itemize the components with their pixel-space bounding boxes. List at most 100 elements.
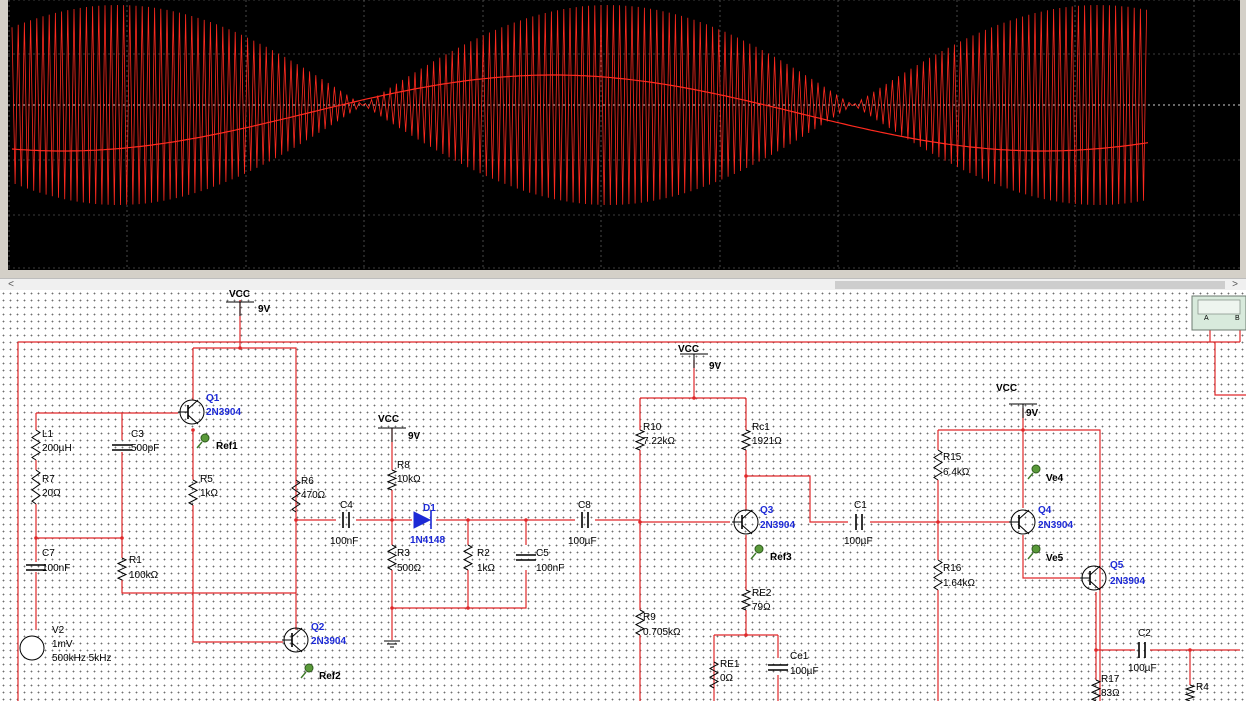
r9-value[interactable]: 0.705kΩ <box>643 627 681 638</box>
wire-junction[interactable] <box>390 518 394 522</box>
q5-transistor[interactable] <box>1089 565 1101 576</box>
q4-label[interactable]: Q4 <box>1038 505 1052 516</box>
r1-label[interactable]: R1 <box>129 555 142 566</box>
rc1-value[interactable]: 1921Ω <box>752 436 782 447</box>
wire-junction[interactable] <box>34 536 38 540</box>
r16-label[interactable]: R16 <box>943 563 962 574</box>
r16-resistor[interactable] <box>933 559 943 591</box>
wire-junction[interactable] <box>238 346 242 350</box>
q1-transistor[interactable] <box>187 414 199 425</box>
c8-value[interactable]: 100µF <box>568 536 597 547</box>
q3-transistor[interactable] <box>741 524 753 535</box>
r15-resistor[interactable] <box>933 449 943 481</box>
v2-amplitude[interactable]: 1mV <box>52 639 73 650</box>
r2-label[interactable]: R2 <box>477 548 490 559</box>
q1-type[interactable]: 2N3904 <box>206 407 241 418</box>
re1-label[interactable]: RE1 <box>720 659 740 670</box>
q5-label[interactable]: Q5 <box>1110 560 1124 571</box>
r7-resistor[interactable] <box>31 469 41 505</box>
wire-junction[interactable] <box>638 520 642 524</box>
r15-label[interactable]: R15 <box>943 452 962 463</box>
l1-value[interactable]: 200µH <box>42 443 72 454</box>
r1-resistor[interactable] <box>116 557 128 581</box>
wire-junction[interactable] <box>1021 428 1025 432</box>
ref1-probe[interactable] <box>200 433 210 443</box>
r3-resistor[interactable] <box>386 544 398 571</box>
r2-resistor[interactable] <box>462 544 474 571</box>
wire-junction[interactable] <box>1094 648 1098 652</box>
q5-transistor[interactable] <box>1089 580 1101 591</box>
ve5-probe[interactable] <box>1031 544 1041 554</box>
r16-value[interactable]: 1.64kΩ <box>943 578 975 589</box>
d1-label[interactable]: D1 <box>423 503 436 514</box>
r10-label[interactable]: R10 <box>643 422 662 433</box>
wire-junction[interactable] <box>294 518 298 522</box>
r5-label[interactable]: R5 <box>200 474 213 485</box>
c2-label[interactable]: C2 <box>1138 628 1151 639</box>
q2-label[interactable]: Q2 <box>311 622 325 633</box>
q4-type[interactable]: 2N3904 <box>1038 520 1073 531</box>
r6-resistor[interactable] <box>291 479 301 513</box>
re1-resistor[interactable] <box>708 661 720 689</box>
c4-value[interactable]: 100nF <box>330 536 358 547</box>
q1-transistor[interactable] <box>187 399 199 410</box>
wire-junction[interactable] <box>466 606 470 610</box>
c4-label[interactable]: C4 <box>340 500 353 511</box>
q5-type[interactable]: 2N3904 <box>1110 576 1145 587</box>
q2-type[interactable]: 2N3904 <box>311 636 346 647</box>
oscilloscope-instrument-icon[interactable]: A B <box>1191 295 1246 331</box>
r17-label[interactable]: R17 <box>1101 674 1120 685</box>
v2-frequency[interactable]: 500kHz 5kHz <box>52 653 111 664</box>
ref2-probe[interactable] <box>304 663 314 673</box>
r8-resistor[interactable] <box>386 469 398 491</box>
r17-resistor[interactable] <box>1090 679 1102 701</box>
re2-resistor[interactable] <box>740 589 752 611</box>
c7-value[interactable]: 100nF <box>42 563 70 574</box>
ve5-label[interactable]: Ve5 <box>1046 553 1064 564</box>
wire-junction[interactable] <box>744 474 748 478</box>
ve4-probe[interactable] <box>1031 464 1041 474</box>
wire-junction[interactable] <box>390 606 394 610</box>
c5-label[interactable]: C5 <box>536 548 549 559</box>
ref3-probe[interactable] <box>750 552 757 560</box>
q1-label[interactable]: Q1 <box>206 393 220 404</box>
scrollbar-thumb[interactable] <box>835 281 1225 289</box>
wire-junction[interactable] <box>466 518 470 522</box>
re2-value[interactable]: 79Ω <box>752 602 771 613</box>
c8-label[interactable]: C8 <box>578 500 591 511</box>
r17-value[interactable]: 83Ω <box>1101 688 1120 699</box>
r1-value[interactable]: 100kΩ <box>129 570 159 581</box>
ref1-probe[interactable] <box>196 441 203 449</box>
c3-label[interactable]: C3 <box>131 429 144 440</box>
q3-label[interactable]: Q3 <box>760 505 774 516</box>
c3-value[interactable]: 500pF <box>131 443 159 454</box>
r10-value[interactable]: 7.22kΩ <box>643 436 675 447</box>
wire-junction[interactable] <box>936 520 940 524</box>
q2-transistor[interactable] <box>291 642 303 653</box>
r5-value[interactable]: 1kΩ <box>200 488 219 499</box>
ve4-label[interactable]: Ve4 <box>1046 473 1064 484</box>
ref3-probe[interactable] <box>754 544 764 554</box>
r6-label[interactable]: R6 <box>301 476 314 487</box>
ce1-value[interactable]: 100µF <box>790 666 819 677</box>
r5-resistor[interactable] <box>187 479 199 506</box>
q4-transistor[interactable] <box>1018 524 1030 535</box>
schematic-canvas[interactable]: VCC 9V Q1 2N3904 Ref1 L1 200µH C3 500pF … <box>0 290 1246 701</box>
r15-value[interactable]: 6.4kΩ <box>943 467 970 478</box>
r7-value[interactable]: 20Ω <box>42 488 61 499</box>
ve5-probe[interactable] <box>1027 552 1034 560</box>
ve4-probe[interactable] <box>1027 472 1034 480</box>
r3-value[interactable]: 500Ω <box>397 563 422 574</box>
c1-value[interactable]: 100µF <box>844 536 873 547</box>
rc1-label[interactable]: Rc1 <box>752 422 770 433</box>
c2-value[interactable]: 100µF <box>1128 663 1157 674</box>
r4-resistor[interactable] <box>1184 684 1196 701</box>
l1-inductor[interactable] <box>31 429 41 461</box>
ref2-label[interactable]: Ref2 <box>319 671 341 682</box>
wire-junction[interactable] <box>692 396 696 400</box>
wire-junction[interactable] <box>1188 648 1192 652</box>
re2-label[interactable]: RE2 <box>752 588 772 599</box>
ce1-label[interactable]: Ce1 <box>790 651 809 662</box>
c1-label[interactable]: C1 <box>854 500 867 511</box>
r3-label[interactable]: R3 <box>397 548 410 559</box>
